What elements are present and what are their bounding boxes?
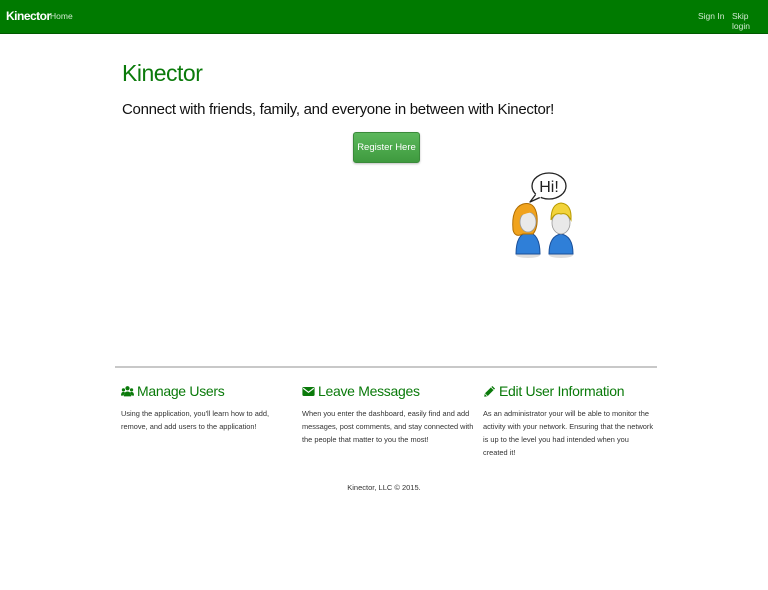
feature-leave-messages: Leave Messages When you enter the dashbo… <box>302 381 474 446</box>
footer-copyright: Kinector, LLC © 2015. <box>347 483 421 492</box>
pencil-icon <box>484 385 496 397</box>
register-button[interactable]: Register Here <box>353 132 420 163</box>
brand-link[interactable]: Kinector <box>6 9 51 23</box>
feature-title: Manage Users <box>137 383 225 399</box>
envelope-icon <box>302 386 315 396</box>
feature-manage-users: Manage Users Using the application, you'… <box>121 381 293 433</box>
section-divider <box>115 366 657 368</box>
page-title: Kinector <box>122 60 203 86</box>
girl-avatar-icon <box>512 203 541 258</box>
friends-illustration: Hi! <box>512 172 574 258</box>
feature-description: When you enter the dashboard, easily fin… <box>302 409 474 444</box>
feature-description: As an administrator your will be able to… <box>483 409 654 457</box>
speech-bubble-text: Hi! <box>539 179 559 196</box>
nav-skip-login-link[interactable]: Skip login <box>732 11 768 31</box>
boy-avatar-icon <box>548 202 574 258</box>
feature-edit-user-information: Edit User Information As an administrato… <box>483 381 655 459</box>
nav-sign-in-link[interactable]: Sign In <box>698 11 724 21</box>
top-navbar: Kinector Home Sign In Skip login <box>0 0 768 34</box>
feature-title: Leave Messages <box>318 383 420 399</box>
feature-title: Edit User Information <box>499 383 625 399</box>
feature-description: Using the application, you'll learn how … <box>121 409 270 431</box>
hero-subtitle: Connect with friends, family, and everyo… <box>122 101 555 118</box>
nav-home-link[interactable]: Home <box>50 11 73 21</box>
users-icon <box>121 385 134 396</box>
